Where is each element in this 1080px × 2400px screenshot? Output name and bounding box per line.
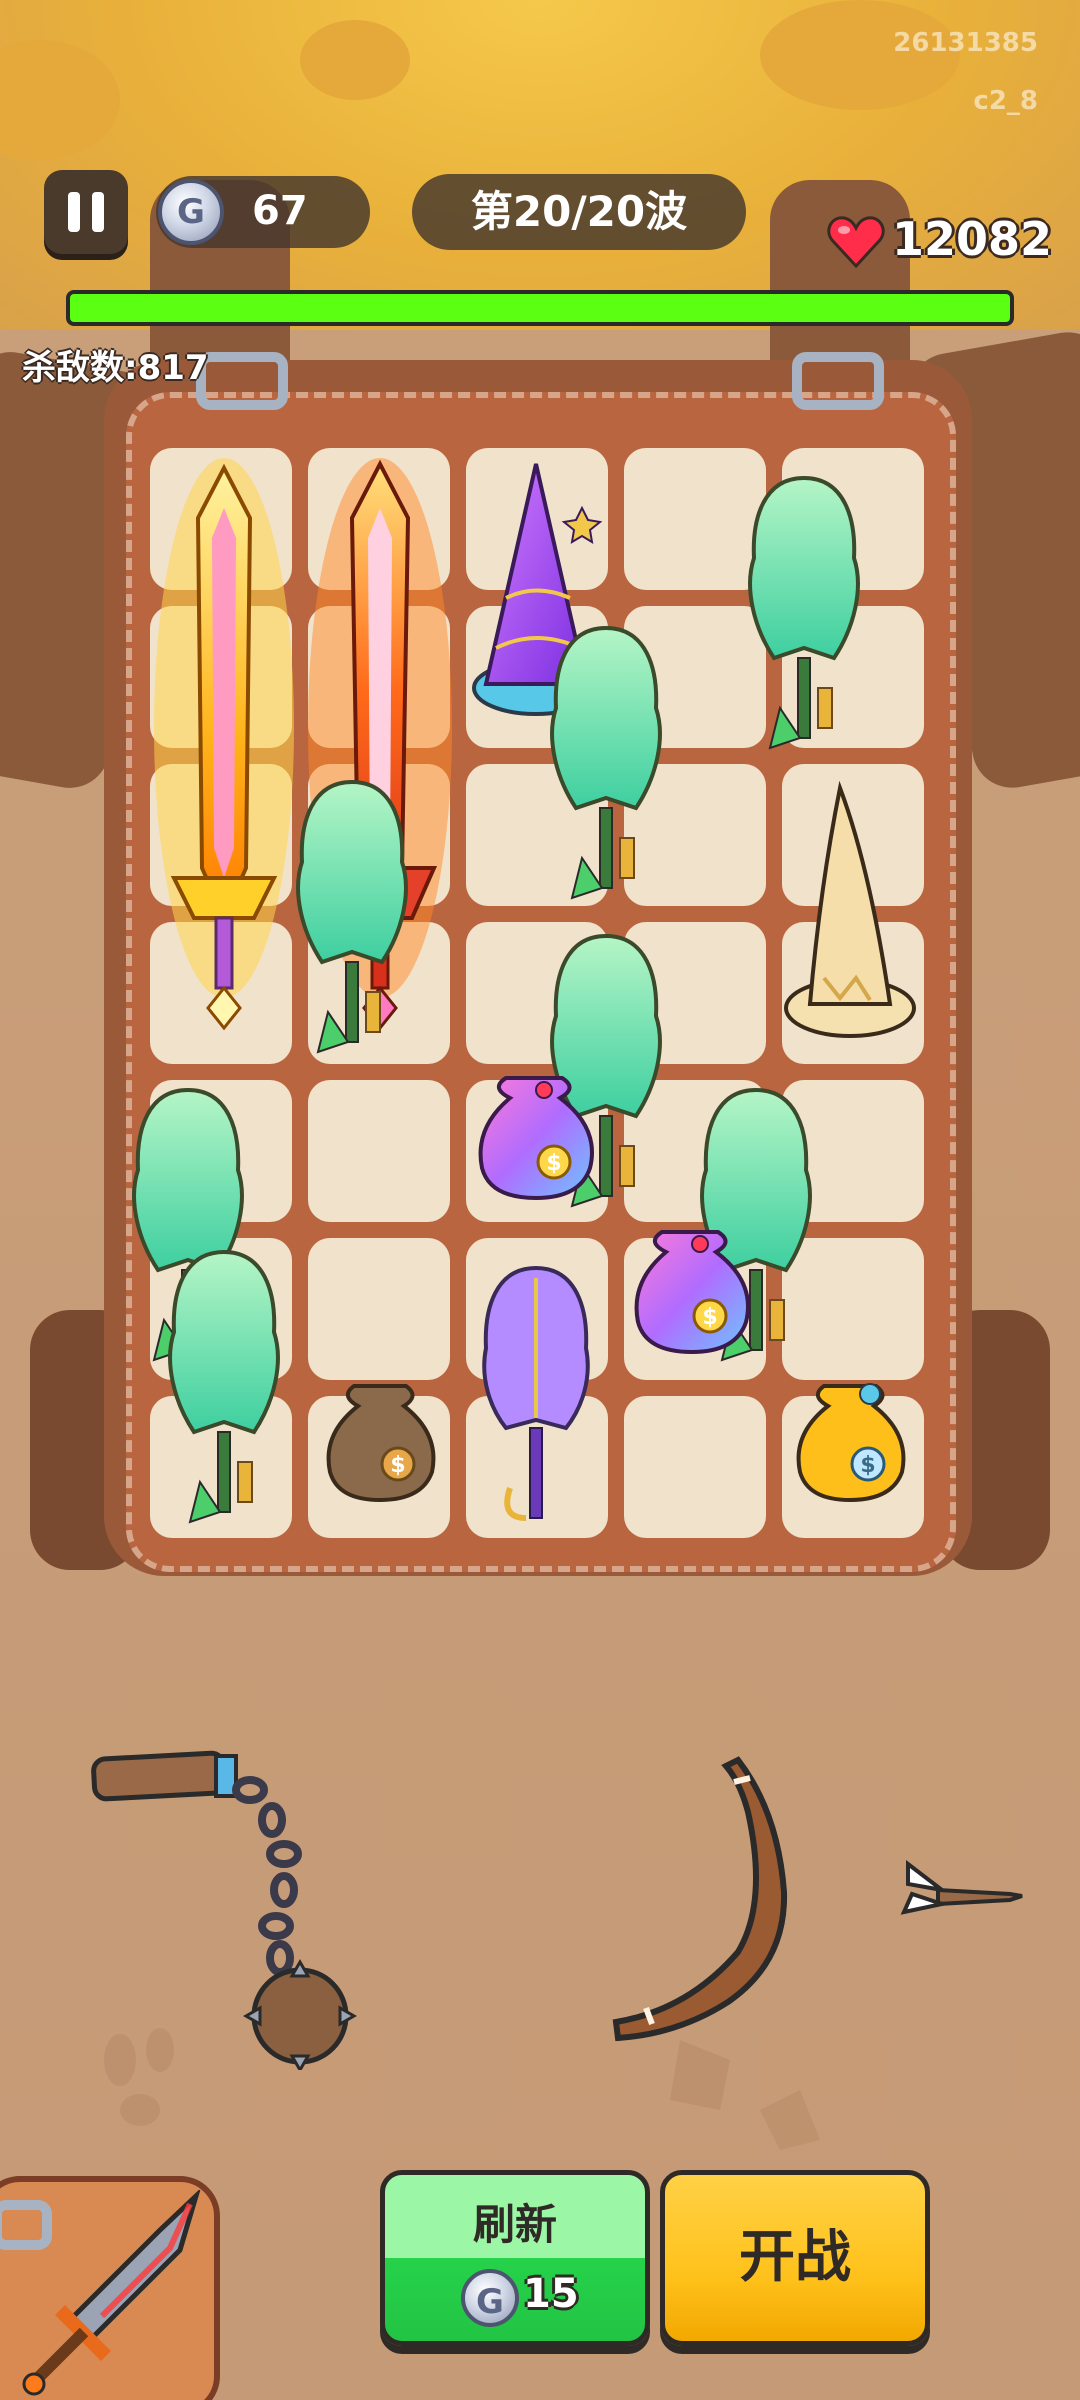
build-id-label: 26131385	[893, 28, 1038, 58]
beige-wizard-hat-item[interactable]	[784, 780, 916, 1038]
pause-button[interactable]	[44, 170, 128, 254]
refresh-button-label: 刷新	[472, 2200, 557, 2249]
hp-value: 12082	[892, 212, 1053, 266]
jade-staff-item[interactable]	[168, 1249, 280, 1524]
flail-item[interactable]	[80, 1730, 360, 2070]
purple-staff-item[interactable]	[482, 1265, 590, 1521]
heart-icon	[827, 216, 885, 269]
gold-money-bag-item[interactable]: $	[796, 1383, 906, 1503]
boomerang-item[interactable]	[608, 1752, 818, 2042]
jade-staff-item[interactable]	[550, 625, 662, 900]
kill-counter: 杀敌数:817	[22, 348, 209, 388]
refresh-button[interactable]: 刷新 15	[380, 2170, 650, 2346]
side-slot-buckle	[0, 2200, 52, 2250]
game-screen: 26131385 c2_8 67 第20/20波 12082	[0, 0, 1080, 2400]
svg-text:$: $	[546, 1151, 561, 1176]
wave-indicator: 第20/20波	[412, 174, 746, 250]
coin-value: 67	[252, 188, 308, 234]
backpack-items-layer: $ $ $ $	[132, 458, 916, 1524]
svg-text:$: $	[702, 1305, 717, 1330]
backpack-buckle-right	[792, 352, 884, 410]
coin-counter: 67	[156, 176, 370, 248]
start-battle-button[interactable]: 开战	[660, 2170, 930, 2346]
pause-icon	[92, 192, 104, 232]
brown-money-bag-item[interactable]: $	[326, 1384, 436, 1503]
refresh-cost-value: 15	[523, 2271, 579, 2317]
flame-sword-gold-item[interactable]	[154, 458, 294, 1031]
hp-bar	[66, 290, 1014, 326]
build-tag-label: c2_8	[973, 86, 1038, 116]
silver-coin-icon	[158, 179, 224, 245]
silver-coin-icon	[461, 2269, 519, 2327]
jade-staff-item[interactable]	[748, 475, 860, 750]
background-blob	[0, 40, 120, 160]
ground-decoration	[104, 2028, 820, 2150]
svg-text:$: $	[860, 1453, 875, 1478]
background-blob	[300, 20, 410, 100]
backpack-buckle-left	[196, 352, 288, 410]
dart-item[interactable]	[898, 1850, 1028, 1930]
svg-text:$: $	[390, 1453, 405, 1478]
pause-icon	[68, 192, 80, 232]
